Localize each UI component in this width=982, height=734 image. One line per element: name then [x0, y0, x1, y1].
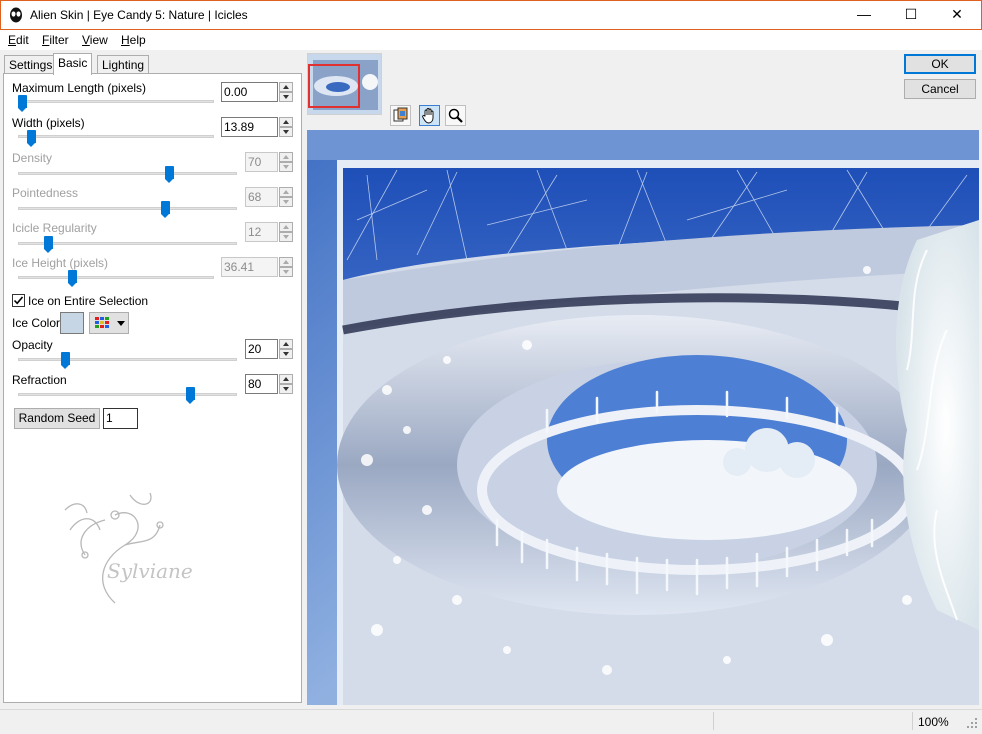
refraction-label: Refraction [12, 373, 67, 387]
hand-tool-button[interactable] [419, 105, 440, 126]
compare-button[interactable] [390, 105, 411, 126]
refraction-input[interactable]: 80 [245, 374, 278, 394]
ice-color-swatch[interactable] [60, 312, 84, 334]
regularity-input: 12 [245, 222, 278, 242]
spin-down-icon [279, 162, 293, 172]
ice-on-entire-label[interactable]: Ice on Entire Selection [28, 294, 148, 308]
refraction-slider-thumb[interactable] [186, 387, 195, 404]
menu-filter[interactable]: Filter [42, 33, 69, 47]
zoom-icon [448, 108, 463, 123]
watermark-text: Sylviane [107, 559, 193, 583]
status-divider [713, 712, 714, 730]
width-input[interactable]: 13.89 [221, 117, 278, 137]
preview-canvas[interactable] [307, 130, 979, 705]
spin-down-icon [279, 267, 293, 277]
spin-down-icon[interactable] [279, 92, 293, 102]
width-spinner[interactable] [279, 117, 293, 137]
alien-skin-app-icon [10, 7, 22, 23]
spin-down-icon[interactable] [279, 384, 293, 394]
refraction-slider-track[interactable] [18, 393, 237, 396]
ice-height-slider-track [18, 276, 214, 279]
color-picker-button[interactable] [89, 312, 129, 334]
tab-lighting[interactable]: Lighting [97, 55, 150, 74]
tab-settings[interactable]: Settings [4, 55, 58, 74]
random-seed-input[interactable]: 1 [103, 408, 138, 429]
density-input: 70 [245, 152, 278, 172]
max-length-slider-track[interactable] [18, 100, 214, 103]
menu-help[interactable]: Help [121, 33, 146, 47]
ok-button[interactable]: OK [904, 54, 976, 74]
thumbnail-image [308, 54, 381, 114]
spin-down-icon [279, 232, 293, 242]
max-length-slider-thumb[interactable] [18, 95, 27, 112]
spin-up-icon [279, 152, 293, 162]
watermark-ornament: Sylviane [64, 492, 193, 604]
checkmark-icon [13, 296, 24, 305]
tab-basic[interactable]: Basic [53, 53, 93, 75]
ice-height-slider-thumb [68, 270, 77, 287]
spin-down-icon [279, 197, 293, 207]
navigator-thumbnail[interactable] [307, 53, 382, 115]
opacity-input[interactable]: 20 [245, 339, 278, 359]
zoom-level: 100% [918, 715, 949, 729]
compare-icon [393, 107, 408, 122]
resize-grip-icon[interactable] [966, 717, 978, 729]
preview-image [307, 130, 979, 705]
ice-height-input: 36.41 [221, 257, 278, 277]
regularity-slider-thumb [44, 236, 53, 253]
spin-up-icon[interactable] [279, 339, 293, 349]
close-button[interactable]: ✕ [934, 0, 980, 29]
pointedness-slider-thumb [161, 201, 170, 218]
ice-color-label: Ice Color [12, 316, 61, 330]
hand-icon [422, 108, 434, 124]
pointedness-spinner [279, 187, 293, 207]
spin-up-icon [279, 187, 293, 197]
spin-up-icon[interactable] [279, 82, 293, 92]
density-slider-thumb [165, 166, 174, 183]
spin-up-icon[interactable] [279, 117, 293, 127]
spin-down-icon[interactable] [279, 349, 293, 359]
menu-edit[interactable]: Edit [8, 33, 29, 47]
opacity-slider-track[interactable] [18, 358, 237, 361]
ice-height-label: Ice Height (pixels) [12, 256, 109, 270]
pointedness-label: Pointedness [12, 186, 79, 200]
ice-height-spinner [279, 257, 293, 277]
menu-bar [0, 30, 982, 50]
zoom-tool-button[interactable] [445, 105, 466, 126]
density-slider-track [18, 172, 237, 175]
width-label: Width (pixels) [12, 116, 85, 130]
opacity-label: Opacity [12, 338, 53, 352]
regularity-spinner [279, 222, 293, 242]
minimize-button[interactable]: — [841, 0, 887, 29]
random-seed-button[interactable]: Random Seed [14, 408, 100, 429]
density-spinner [279, 152, 293, 172]
opacity-spinner[interactable] [279, 339, 293, 359]
menu-view[interactable]: View [82, 33, 108, 47]
width-slider-track[interactable] [18, 135, 214, 138]
spin-up-icon [279, 222, 293, 232]
pointedness-input: 68 [245, 187, 278, 207]
ice-on-entire-checkbox[interactable] [12, 294, 25, 307]
status-bar [0, 709, 982, 734]
maximize-button[interactable]: ☐ [888, 0, 934, 29]
max-length-label: Maximum Length (pixels) [12, 81, 147, 95]
density-label: Density [12, 151, 53, 165]
pointedness-slider-track [18, 207, 237, 210]
refraction-spinner[interactable] [279, 374, 293, 394]
cancel-button[interactable]: Cancel [904, 79, 976, 99]
opacity-slider-thumb[interactable] [61, 352, 70, 369]
window-title: Alien Skin | Eye Candy 5: Nature | Icicl… [30, 8, 248, 22]
max-length-spinner[interactable] [279, 82, 293, 102]
spin-up-icon[interactable] [279, 374, 293, 384]
palette-icon [95, 317, 125, 328]
regularity-label: Icicle Regularity [12, 221, 97, 235]
max-length-input[interactable]: 0.00 [221, 82, 278, 102]
spin-up-icon [279, 257, 293, 267]
spin-down-icon[interactable] [279, 127, 293, 137]
status-divider [912, 712, 913, 730]
width-slider-thumb[interactable] [27, 130, 36, 147]
